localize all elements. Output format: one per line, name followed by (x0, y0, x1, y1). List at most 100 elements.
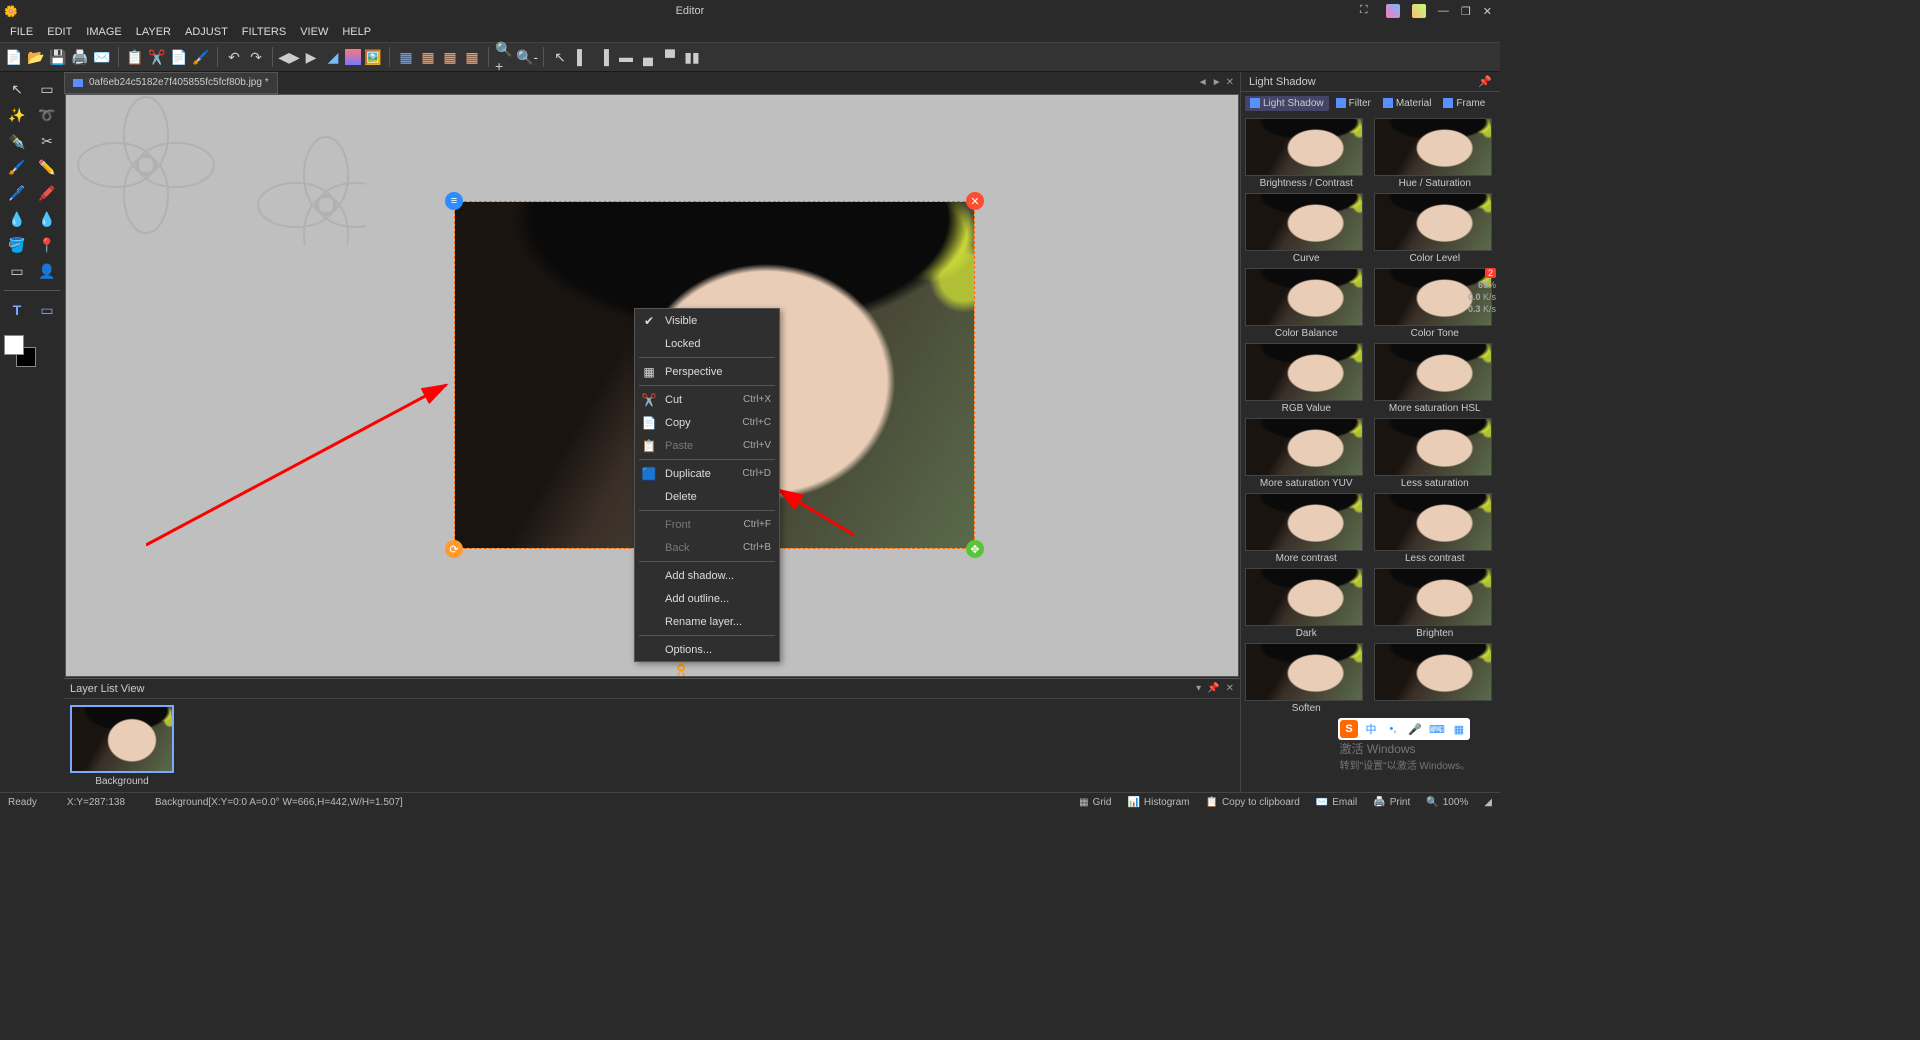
layer-menu-handle[interactable]: ≡ (445, 192, 463, 210)
effect-item[interactable]: Curve (1245, 193, 1368, 264)
flip-h-icon[interactable]: ◀▶ (279, 47, 299, 67)
resize-grip-icon[interactable]: ◢ (1484, 797, 1492, 808)
tab-material[interactable]: Material (1378, 96, 1437, 111)
effect-item[interactable]: RGB Value (1245, 343, 1368, 414)
ime-punct-icon[interactable]: •, (1384, 720, 1402, 738)
ime-voice-icon[interactable]: 🎤 (1406, 720, 1424, 738)
head-tool[interactable]: 👤 (34, 260, 60, 282)
tab-frame[interactable]: Frame (1438, 96, 1490, 111)
status-zoom[interactable]: 🔍 100% (1426, 797, 1468, 808)
panel-close-icon[interactable]: ✕ (1226, 683, 1234, 694)
skew-icon[interactable]: ◢ (323, 47, 343, 67)
ime-toolbar[interactable]: S 中 •, 🎤 ⌨ ▦ (1338, 718, 1470, 740)
menu-edit[interactable]: EDIT (47, 26, 72, 38)
cut-icon[interactable]: ✂️ (147, 47, 167, 67)
marquee-tool[interactable]: ▭ (34, 78, 60, 100)
cm-add-outline[interactable]: Add outline... (635, 587, 779, 610)
status-email[interactable]: ✉️ Email (1316, 797, 1357, 808)
tab-prev-icon[interactable]: ◄ (1198, 77, 1208, 88)
menu-view[interactable]: VIEW (300, 26, 328, 38)
menu-layer[interactable]: LAYER (136, 26, 171, 38)
effect-item[interactable]: More saturation YUV (1245, 418, 1368, 489)
panel-pin2-icon[interactable]: 📌 (1478, 75, 1492, 88)
effect-item[interactable]: Less contrast (1374, 493, 1497, 564)
grid4-icon[interactable]: ▦ (462, 47, 482, 67)
tab-filter[interactable]: Filter (1331, 96, 1376, 111)
thumbnail-icon[interactable]: 🖼️ (363, 47, 383, 67)
effect-item[interactable]: Soften (1245, 643, 1368, 714)
paste-icon[interactable]: 📄 (169, 47, 189, 67)
undo-icon[interactable]: ↶ (224, 47, 244, 67)
effect-item[interactable]: Less saturation (1374, 418, 1497, 489)
cm-locked[interactable]: Locked (635, 332, 779, 355)
document-tab[interactable]: 0af6eb24c5182e7f405855fc5fcf80b.jpg * (64, 72, 278, 94)
tray-icon-1[interactable] (1386, 4, 1400, 18)
ime-keyboard-icon[interactable]: ⌨ (1428, 720, 1446, 738)
effect-item[interactable]: Color Balance (1245, 268, 1368, 339)
play-icon[interactable]: ▶ (301, 47, 321, 67)
eraser-tool[interactable]: 🖊️ (4, 182, 30, 204)
ime-grid-icon[interactable]: ▦ (1450, 720, 1468, 738)
eyedropper-tool[interactable]: 💧 (4, 208, 30, 230)
effect-item[interactable]: Brighten (1374, 568, 1497, 639)
tab-close-icon[interactable]: ✕ (1226, 77, 1234, 88)
cm-back[interactable]: BackCtrl+B (635, 536, 779, 559)
panel-dropdown-icon[interactable]: ▾ (1196, 683, 1201, 694)
effect-item[interactable]: Dark (1245, 568, 1368, 639)
ime-logo-icon[interactable]: S (1340, 720, 1358, 738)
zoom-in-icon[interactable]: 🔍+ (495, 47, 515, 67)
menu-image[interactable]: IMAGE (86, 26, 121, 38)
grid-icon[interactable]: ▦ (396, 47, 416, 67)
cm-front[interactable]: FrontCtrl+F (635, 513, 779, 536)
cm-cut[interactable]: ✂️CutCtrl+X (635, 388, 779, 411)
align5-icon[interactable]: ▀ (660, 47, 680, 67)
align1-icon[interactable]: ▌ (572, 47, 592, 67)
layer-item-background[interactable]: Background (70, 705, 174, 787)
smudge-tool[interactable]: 🖍️ (34, 182, 60, 204)
effect-item[interactable]: Brightness / Contrast (1245, 118, 1368, 189)
grid3-icon[interactable]: ▦ (440, 47, 460, 67)
cm-add-shadow[interactable]: Add shadow... (635, 564, 779, 587)
maximize-button[interactable]: ❐ (1461, 5, 1471, 18)
effect-item[interactable]: Hue / Saturation (1374, 118, 1497, 189)
gradient-tool[interactable]: ▭ (4, 260, 30, 282)
lasso-tool[interactable]: ➰ (34, 104, 60, 126)
gradient-icon[interactable] (345, 49, 361, 65)
blur-tool[interactable]: 💧 (34, 208, 60, 230)
stamp-tool[interactable]: 📍 (34, 234, 60, 256)
grid2-icon[interactable]: ▦ (418, 47, 438, 67)
effect-item[interactable] (1374, 643, 1497, 714)
save-icon[interactable]: 💾 (48, 47, 68, 67)
effect-item[interactable]: Color Level (1374, 193, 1497, 264)
print-icon[interactable]: 🖨️ (70, 47, 90, 67)
panel-pin-icon[interactable]: 📌 (1207, 683, 1219, 694)
crop-tool[interactable]: ✂ (34, 130, 60, 152)
align2-icon[interactable]: ▐ (594, 47, 614, 67)
layer-move-handle[interactable]: ✥ (966, 540, 984, 558)
cm-visible[interactable]: ✔Visible (635, 309, 779, 332)
effect-item[interactable]: More contrast (1245, 493, 1368, 564)
move-tool[interactable]: ↖ (4, 78, 30, 100)
minimize-button[interactable]: — (1438, 5, 1449, 17)
wand-tool[interactable]: ✨ (4, 104, 30, 126)
pencil-tool[interactable]: ✏️ (34, 156, 60, 178)
chart-icon[interactable]: ▮▮ (682, 47, 702, 67)
cm-rename[interactable]: Rename layer... (635, 610, 779, 633)
ime-lang[interactable]: 中 (1362, 720, 1380, 738)
status-clipboard[interactable]: 📋 Copy to clipboard (1206, 797, 1300, 808)
text-tool[interactable]: T (4, 299, 30, 321)
tab-next-icon[interactable]: ► (1212, 77, 1222, 88)
status-grid[interactable]: ▦ Grid (1079, 797, 1111, 808)
foreground-color[interactable] (4, 335, 24, 355)
fullscreen-icon[interactable]: ⛶ (1360, 4, 1374, 18)
pointer-icon[interactable]: ↖ (550, 47, 570, 67)
menu-help[interactable]: HELP (342, 26, 371, 38)
new-file-icon[interactable]: 📄 (4, 47, 24, 67)
align4-icon[interactable]: ▄ (638, 47, 658, 67)
effect-item[interactable]: More saturation HSL (1374, 343, 1497, 414)
tab-light-shadow[interactable]: Light Shadow (1245, 96, 1329, 111)
brush-tool[interactable]: 🖌️ (4, 156, 30, 178)
layer-close-handle[interactable]: ✕ (966, 192, 984, 210)
pen-tool[interactable]: ✒️ (4, 130, 30, 152)
menu-adjust[interactable]: ADJUST (185, 26, 228, 38)
